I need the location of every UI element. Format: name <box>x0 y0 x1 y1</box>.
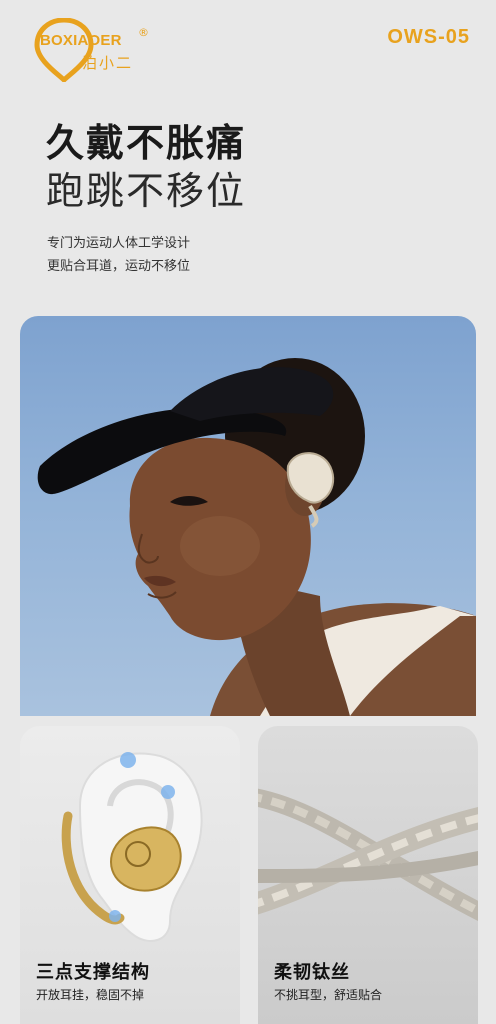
brand-name-cn: 泊小二 <box>82 54 134 72</box>
feature-title: 柔韧钛丝 <box>274 962 350 983</box>
ear-with-earbud-illustration <box>61 752 203 942</box>
woman-wearing-earbud-illustration <box>37 358 476 716</box>
headline-line-1: 久戴不胀痛 <box>46 121 247 165</box>
feature-subtitle: 不挑耳型，舒适贴合 <box>274 988 383 1002</box>
subtitle-line-1: 专门为运动人体工学设计 <box>47 236 191 251</box>
headline-line-2: 跑跳不移位 <box>46 169 247 213</box>
brand-logo: BOXIAOER ® 泊小二 <box>34 18 164 82</box>
feature-card-support: 三点支撑结构 开放耳挂，稳固不掉 <box>20 726 240 1024</box>
brand-name-en: BOXIAOER <box>40 32 122 49</box>
feature-title: 三点支撑结构 <box>36 962 150 983</box>
twisted-wire-illustration <box>258 788 478 921</box>
model-number: OWS-05 <box>387 26 470 48</box>
feature-card-titanium-wire: 柔韧钛丝 不挑耳型，舒适贴合 <box>258 726 478 1024</box>
hero-photo <box>20 316 476 716</box>
registered-mark: ® <box>138 26 149 39</box>
subtitle-line-2: 更贴合耳道，运动不移位 <box>47 259 191 274</box>
feature-subtitle: 开放耳挂，稳固不掉 <box>36 988 145 1002</box>
